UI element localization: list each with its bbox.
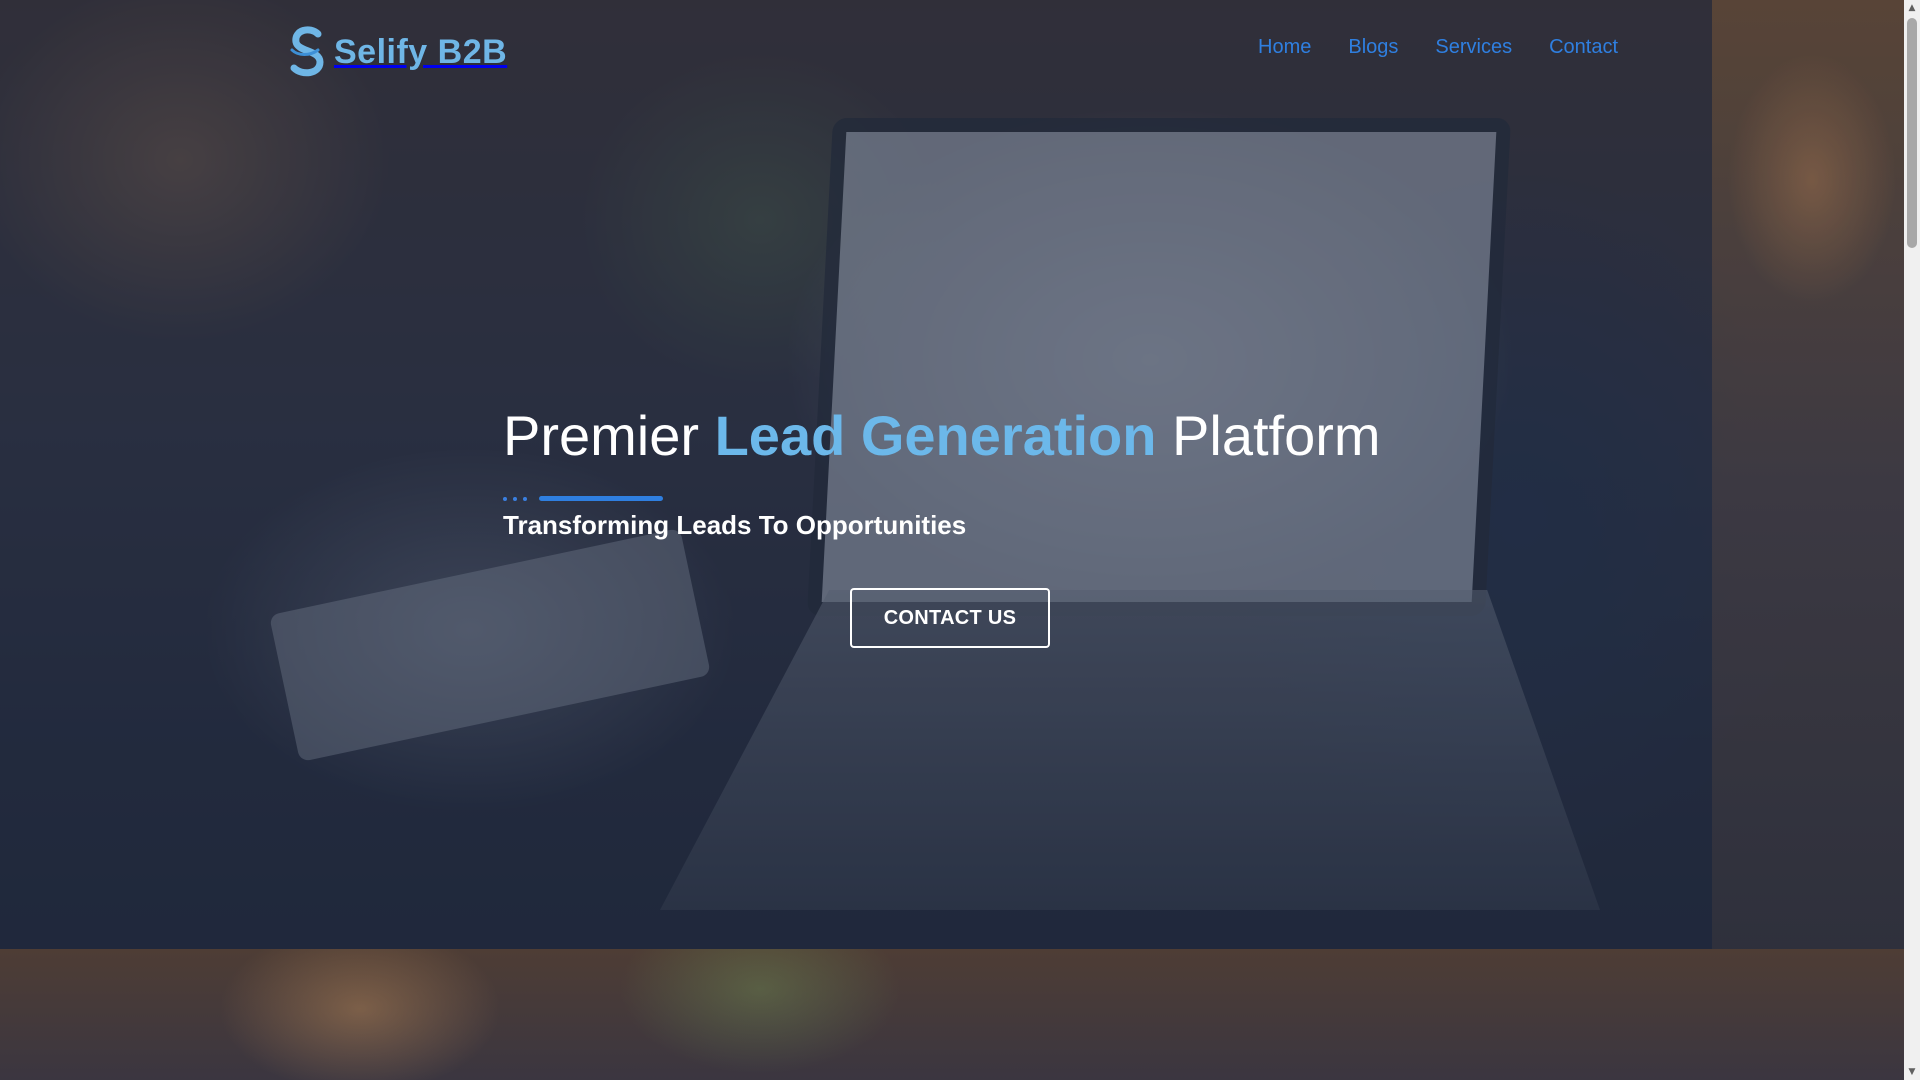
divider-dot <box>513 496 517 501</box>
hero-subtitle: Transforming Leads To Opportunities <box>503 510 967 540</box>
hero-title-accent: Lead Generation <box>714 404 1157 467</box>
main-nav: Home Blogs Services Contact <box>1258 36 1618 59</box>
brand-logo-link[interactable]: Selify B2B <box>288 24 507 80</box>
title-divider <box>503 496 663 501</box>
divider-dot <box>503 496 507 501</box>
hero-title-part1: Premier <box>503 404 715 467</box>
divider-dot <box>523 496 527 501</box>
hero-title: Premier Lead Generation Platform <box>503 403 1381 468</box>
hero-title-part2: Platform <box>1156 404 1381 467</box>
down-arrow-icon[interactable]: ▼ <box>1904 1064 1920 1080</box>
nav-services-link[interactable]: Services <box>1435 36 1512 59</box>
page-scrollbar[interactable]: ▲ ▼ <box>1904 0 1920 1080</box>
nav-contact-link[interactable]: Contact <box>1549 36 1618 59</box>
brand-name: Selify B2B <box>334 32 508 71</box>
hero-overlay <box>0 0 1712 949</box>
up-arrow-icon[interactable]: ▲ <box>1904 0 1920 16</box>
divider-bar <box>539 496 663 501</box>
scrollbar-thumb[interactable] <box>1907 18 1917 248</box>
page: Selify B2B Home Blogs Services Contact P… <box>0 0 1904 1080</box>
nav-home-link[interactable]: Home <box>1258 36 1311 59</box>
logo-icon <box>288 26 328 78</box>
background-image-repeat <box>1712 0 1904 1080</box>
contact-us-button[interactable]: CONTACT US <box>850 588 1050 648</box>
next-section-background <box>0 949 1904 1080</box>
nav-blogs-link[interactable]: Blogs <box>1348 36 1398 59</box>
